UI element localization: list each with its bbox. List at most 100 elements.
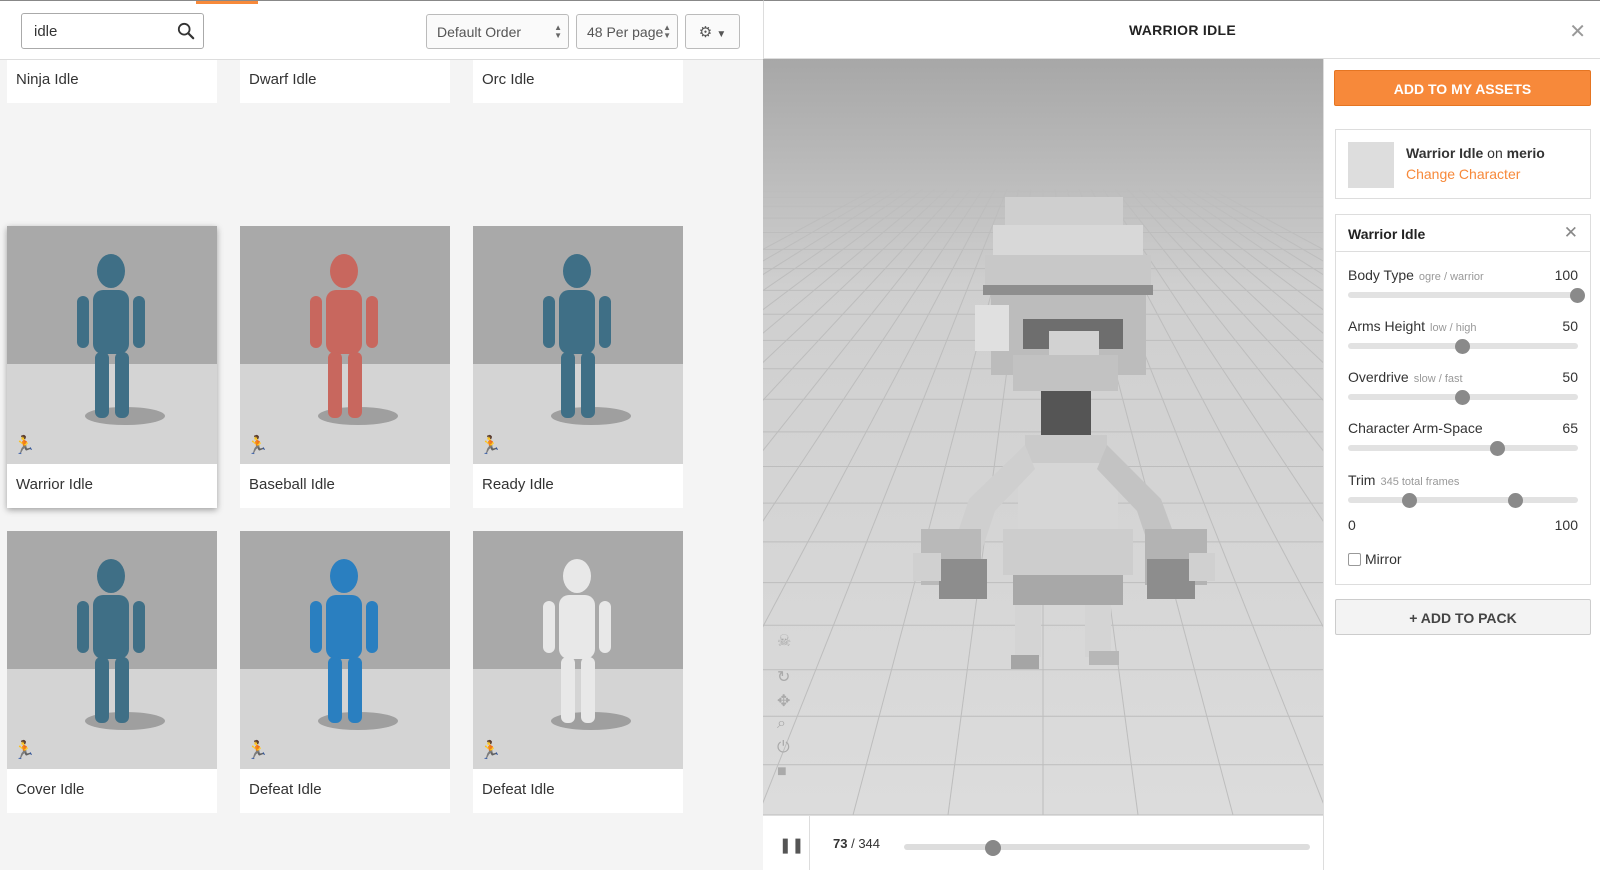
animation-card-label: Defeat Idle: [482, 781, 555, 798]
animation-card[interactable]: 🏃 Defeat Idle: [240, 531, 450, 813]
add-to-my-assets-button[interactable]: ADD TO MY ASSETS: [1334, 70, 1591, 106]
running-man-icon: 🏃: [246, 435, 269, 455]
animation-card-label: Warrior Idle: [16, 476, 93, 493]
total-frames: 344: [858, 836, 881, 851]
timeline-handle[interactable]: [985, 840, 1002, 856]
trim-range-labels: 0 100: [1348, 517, 1578, 533]
param-slider-track[interactable]: [1348, 292, 1578, 298]
sort-order-select[interactable]: Default Order ▲ ▼: [426, 14, 569, 49]
param-slider-handle[interactable]: [1455, 390, 1470, 405]
param-name: Arms Height low / high: [1348, 318, 1477, 334]
animation-card-label: Orc Idle: [482, 71, 535, 88]
animation-card-label: Dwarf Idle: [249, 71, 317, 88]
animation-card[interactable]: 🏃 Baseball Idle: [240, 226, 450, 508]
animation-card-label: Baseball Idle: [249, 476, 335, 493]
params-header: Warrior Idle ✕: [1336, 215, 1590, 252]
animation-card-label: Ready Idle: [482, 476, 554, 493]
trim-label: Trim 345 total frames: [1348, 472, 1460, 488]
param-name: Body Type ogre / warrior: [1348, 267, 1484, 283]
checkbox-icon[interactable]: [1348, 553, 1361, 566]
settings-dropdown-button[interactable]: ⚙ ▼: [685, 14, 740, 49]
playback-bar: ❚❚ 73 / 344: [763, 815, 1323, 870]
close-icon[interactable]: ✕: [1564, 223, 1578, 243]
caret-down-icon: ▼: [716, 29, 727, 40]
library-panel: 🏃 Ninja Idle 🏃 Dwarf Idle 🏃 Orc Idle 🏃 Warrior …: [0, 0, 763, 870]
character-info: Warrior Idle on merio: [1406, 145, 1545, 161]
param-value: 100: [1554, 267, 1578, 283]
per-page-select[interactable]: 48 Per page ▲ ▼: [576, 14, 678, 49]
move-icon[interactable]: ✥: [777, 691, 790, 711]
param-hint: ogre / warrior: [1418, 271, 1484, 283]
animation-thumbnail: 🏃: [240, 226, 450, 464]
animation-card[interactable]: 🏃 Warrior Idle: [7, 226, 217, 508]
param-name: Overdrive slow / fast: [1348, 369, 1463, 385]
rotate-icon[interactable]: ↻: [777, 667, 790, 687]
running-man-icon: 🏃: [479, 435, 502, 455]
per-page-value: 48 Per page: [587, 24, 664, 40]
search-icon[interactable]: [177, 22, 195, 40]
pause-icon[interactable]: ❚❚: [779, 836, 804, 854]
running-man-icon: 🏃: [246, 740, 269, 760]
mirror-label: Mirror: [1365, 551, 1402, 567]
camera-icon[interactable]: ■: [777, 763, 787, 781]
character-on-text: on: [1487, 145, 1503, 161]
change-character-link[interactable]: Change Character: [1406, 166, 1520, 182]
frame-counter: 73 / 344: [833, 836, 880, 851]
close-icon[interactable]: ✕: [1569, 19, 1586, 44]
character-figure: [77, 254, 165, 425]
param-slider-handle[interactable]: [1455, 339, 1470, 354]
character-anim-name: Warrior Idle: [1406, 145, 1484, 161]
trim-end-handle[interactable]: [1507, 493, 1523, 508]
character-name: merio: [1506, 145, 1545, 161]
animation-card-label: Cover Idle: [16, 781, 85, 798]
trim-track[interactable]: [1348, 497, 1578, 503]
trim-hint: 345 total frames: [1380, 476, 1460, 488]
viewport-scene: [763, 59, 1323, 815]
running-man-icon: 🏃: [13, 740, 36, 760]
frame-separator: /: [847, 836, 859, 851]
character-figure: [543, 254, 631, 425]
skeleton-icon[interactable]: ☠: [777, 631, 791, 651]
animation-card-label: Ninja Idle: [16, 71, 79, 88]
param-hint: low / high: [1430, 322, 1477, 334]
character-thumbnail: [1348, 142, 1394, 188]
viewer-header: WARRIOR IDLE ✕: [763, 0, 1600, 59]
add-to-pack-button[interactable]: + ADD TO PACK: [1335, 599, 1591, 635]
param-hint: slow / fast: [1413, 373, 1463, 385]
character-figure: [310, 254, 398, 425]
animation-thumbnail: 🏃: [473, 531, 683, 769]
animation-card[interactable]: 🏃 Ready Idle: [473, 226, 683, 508]
character-box: Warrior Idle on merio Change Character: [1335, 129, 1591, 199]
animation-thumbnail: 🏃: [7, 226, 217, 464]
settings-panel: ADD TO MY ASSETS Warrior Idle on merio C…: [1323, 59, 1600, 870]
param-value: 50: [1562, 369, 1578, 385]
current-frame: 73: [833, 836, 848, 851]
param-slider-handle[interactable]: [1489, 441, 1505, 456]
mirror-checkbox[interactable]: Mirror: [1348, 551, 1402, 567]
playback-divider: [809, 816, 810, 870]
timeline-track[interactable]: [904, 844, 1310, 850]
param-slider-handle[interactable]: [1570, 288, 1585, 303]
sort-order-value: Default Order: [437, 24, 522, 40]
search-input[interactable]: [34, 23, 164, 40]
search-box[interactable]: [21, 13, 204, 49]
animation-params: Warrior Idle ✕ Body Type ogre / warrior 10…: [1335, 214, 1591, 585]
running-man-icon: 🏃: [479, 740, 502, 760]
animation-thumbnail: 🏃: [473, 226, 683, 464]
param-value: 50: [1562, 318, 1578, 334]
trim-start-handle[interactable]: [1402, 493, 1418, 508]
library-toolbar: Default Order ▲▼ 48 Per page ▲▼ ⚙ ▼: [0, 1, 763, 60]
param-name: Character Arm-Space: [1348, 420, 1483, 436]
param-slider-track[interactable]: [1348, 445, 1578, 451]
zoom-icon[interactable]: ⌕: [777, 715, 786, 733]
animation-card-label: Defeat Idle: [249, 781, 322, 798]
character-figure: [543, 559, 631, 730]
character-figure: [310, 559, 398, 730]
character-figure: [77, 559, 165, 730]
animation-card[interactable]: 🏃 Cover Idle: [7, 531, 217, 813]
animation-card[interactable]: 🏃 Defeat Idle: [473, 531, 683, 813]
select-arrows-icon: ▲ ▼: [554, 23, 562, 40]
animation-thumbnail: 🏃: [7, 531, 217, 769]
3d-viewport[interactable]: ☠ ↻ ✥ ⌕ ⏻ ■: [763, 59, 1323, 815]
power-icon[interactable]: ⏻: [777, 739, 790, 757]
